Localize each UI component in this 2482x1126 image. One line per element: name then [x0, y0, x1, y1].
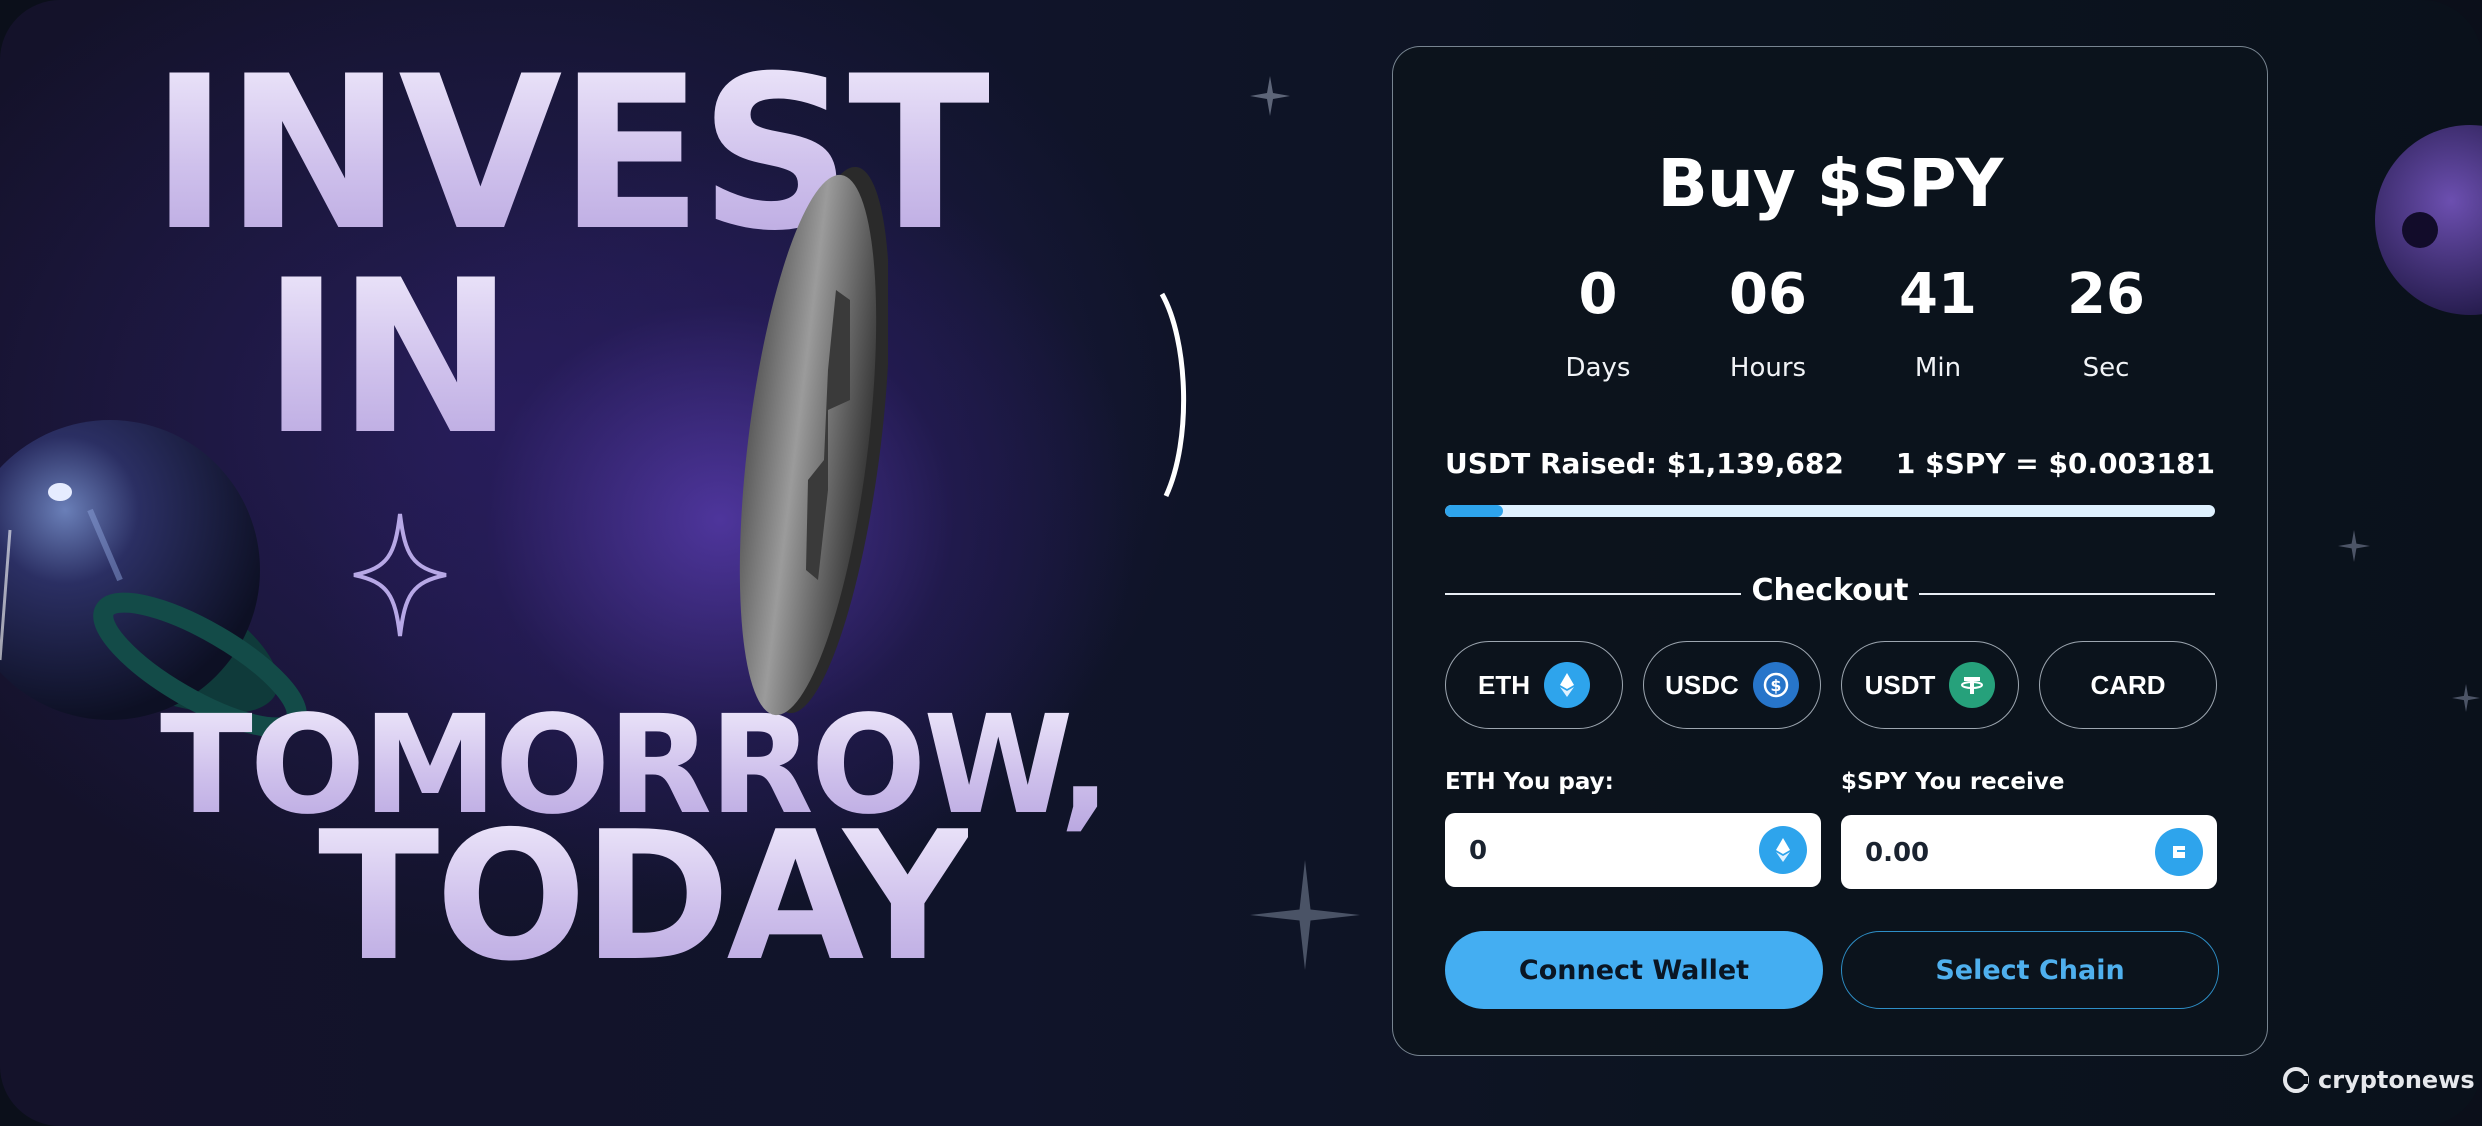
receive-amount-input[interactable] [1863, 815, 2127, 891]
countdown-value: 41 [1899, 262, 1977, 327]
hero-banner: INVEST IN TOMORROW, TODAY Buy $SPY 0 Day… [0, 0, 2482, 1126]
pay-usdt-button[interactable]: USDT [1841, 641, 2019, 729]
countdown-value: 06 [1729, 262, 1807, 327]
sparkle-icon [1250, 76, 1290, 116]
pay-field-label: ETH You pay: [1445, 769, 1614, 795]
cryptonews-logo-icon [2283, 1067, 2309, 1093]
usdt-raised-label: USDT Raised: $1,139,682 [1445, 447, 1844, 480]
checkout-label: Checkout [1751, 573, 1909, 608]
headline-in: IN [262, 234, 514, 481]
checkout-divider: Checkout [1445, 571, 2215, 615]
raise-progress-fill [1445, 505, 1503, 517]
sparkle-outline-icon [353, 513, 447, 637]
pay-option-label: USDC [1665, 669, 1739, 700]
countdown-label: Sec [2082, 353, 2130, 383]
countdown-label: Days [1565, 353, 1631, 383]
raised-row: USDT Raised: $1,139,682 1 $SPY = $0.0031… [1445, 447, 2215, 497]
bracket-decoration [1159, 292, 1187, 498]
sparkle-icon [1250, 860, 1360, 970]
countdown-timer: 0 Days 06 Hours 41 Min 26 Sec [1513, 267, 2193, 437]
spy-coin-illustration [739, 166, 888, 716]
connect-wallet-button[interactable]: Connect Wallet [1445, 931, 1823, 1009]
countdown-label: Hours [1729, 353, 1807, 383]
headline-today: TODAY [318, 793, 972, 1000]
receive-field-label: $SPY You receive [1841, 769, 2065, 795]
token-price-label: 1 $SPY = $0.003181 [1895, 447, 2215, 480]
orb-illustration [2375, 125, 2482, 315]
countdown-value: 26 [2067, 262, 2145, 327]
svg-text:$: $ [1770, 676, 1781, 695]
pay-option-label: ETH [1478, 669, 1530, 700]
widget-title: Buy $SPY [1657, 145, 2004, 222]
select-chain-button[interactable]: Select Chain [1841, 931, 2219, 1009]
pay-option-label: CARD [2090, 669, 2166, 700]
countdown-seconds: 26 Sec [2021, 262, 2191, 384]
divider-line [1919, 593, 2215, 595]
pay-amount-field [1445, 813, 1821, 889]
raise-progress-bar [1445, 505, 2215, 517]
pay-option-label: USDT [1864, 669, 1936, 700]
pay-card-button[interactable]: CARD [2039, 641, 2217, 729]
payment-options: ETH USDC $ USDT CARD [1445, 641, 2217, 731]
sparkle-icon [2338, 530, 2370, 562]
countdown-hours: 06 Hours [1683, 262, 1853, 384]
countdown-minutes: 41 Min [1853, 262, 2023, 384]
buy-widget: Buy $SPY 0 Days 06 Hours 41 Min 26 Sec U… [1392, 46, 2268, 1056]
cryptonews-watermark: cryptonews [2282, 1066, 2475, 1094]
countdown-value: 0 [1578, 262, 1618, 327]
pay-amount-input[interactable] [1467, 813, 1731, 889]
spy-token-icon [2155, 828, 2203, 876]
countdown-label: Min [1914, 353, 1962, 383]
ethereum-icon [1544, 662, 1590, 708]
usdc-icon: $ [1752, 662, 1799, 708]
receive-amount-field [1841, 815, 2217, 891]
sparkle-icon [2452, 684, 2480, 712]
pay-eth-button[interactable]: ETH [1445, 641, 1623, 729]
watermark-text: cryptonews [2318, 1066, 2475, 1094]
countdown-days: 0 Days [1513, 262, 1683, 384]
tether-icon [1949, 662, 1996, 708]
ethereum-icon [1759, 826, 1807, 874]
pay-usdc-button[interactable]: USDC $ [1643, 641, 1821, 729]
